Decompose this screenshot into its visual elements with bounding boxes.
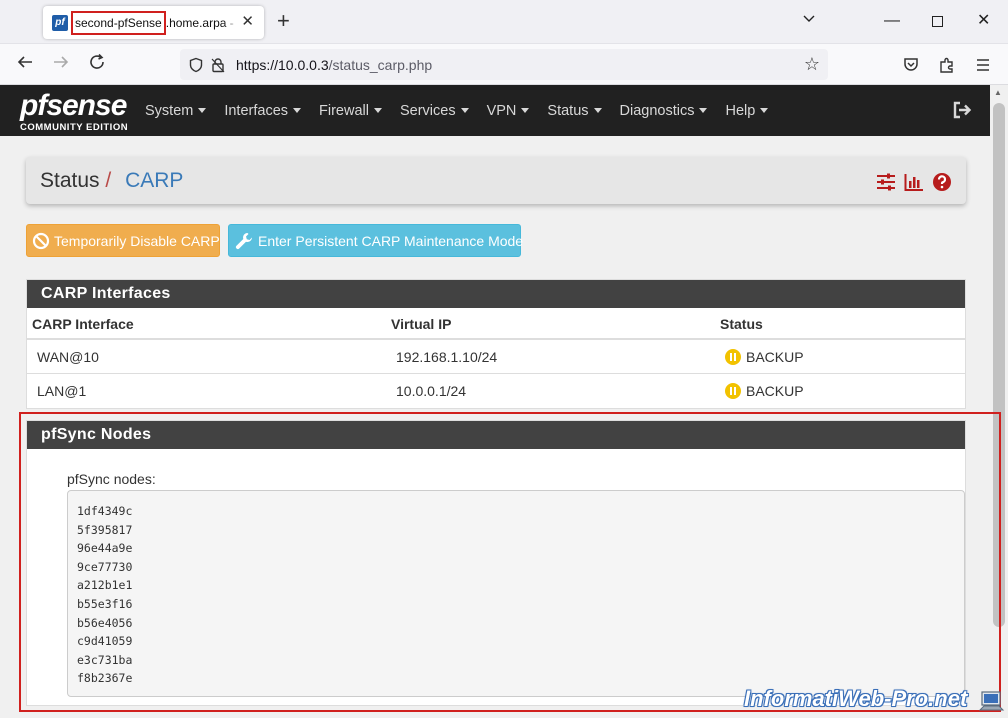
tracking-shield-icon[interactable] xyxy=(188,57,204,73)
logout-icon[interactable] xyxy=(952,100,972,120)
caret-down-icon xyxy=(699,108,708,114)
list-item: 96e44a9e xyxy=(77,541,133,556)
reload-icon[interactable] xyxy=(88,53,106,76)
browser-nav-bar: https://10.0.0.3/status_carp.php ☆ xyxy=(0,44,1008,85)
list-item: c9d41059 xyxy=(77,634,133,649)
bar-chart-icon[interactable] xyxy=(904,172,924,192)
menu-diagnostics[interactable]: Diagnostics xyxy=(620,103,708,119)
caret-down-icon xyxy=(521,108,530,114)
list-item: 1df4349c xyxy=(77,504,133,518)
column-status: Status xyxy=(720,316,763,332)
ban-icon xyxy=(32,232,50,249)
tab-title-highlighted: second-pfSense xyxy=(71,10,166,35)
close-window-icon[interactable]: ✕ xyxy=(977,11,990,31)
maximize-window-icon[interactable] xyxy=(932,16,943,27)
list-item: 5f395817 xyxy=(77,522,133,537)
table-row: WAN@10 192.168.1.10/24 BACKUP xyxy=(27,340,965,374)
browser-tab[interactable]: pf second-pfSense .home.arpa - Status: C… xyxy=(43,6,264,39)
url-text: https://10.0.0.3/status_carp.php xyxy=(236,56,433,73)
column-virtual-ip: Virtual IP xyxy=(391,316,452,332)
help-question-icon[interactable] xyxy=(932,172,952,192)
breadcrumb-status[interactable]: Status xyxy=(40,169,100,192)
forward-arrow-icon[interactable] xyxy=(52,53,70,76)
menu-status[interactable]: Status xyxy=(547,103,602,119)
extensions-puzzle-icon[interactable] xyxy=(938,56,956,74)
minimize-window-icon[interactable]: — xyxy=(884,11,900,31)
virtual-ip-cell: 10.0.0.1/24 xyxy=(396,383,467,399)
pfsync-nodes-label: pfSync nodes: xyxy=(67,471,156,487)
column-carp-interface: CARP Interface xyxy=(32,316,134,332)
menu-help[interactable]: Help xyxy=(725,103,769,119)
carp-interface-cell: WAN@10 xyxy=(37,349,99,365)
menu-firewall[interactable]: Firewall xyxy=(319,103,382,119)
carp-interfaces-panel: CARP Interfaces CARP Interface Virtual I… xyxy=(26,279,966,409)
carp-maintenance-mode-button[interactable]: Enter Persistent CARP Maintenance Mode xyxy=(228,224,523,257)
browser-tab-bar: pf second-pfSense .home.arpa - Status: C… xyxy=(0,0,1008,44)
menu-system[interactable]: System xyxy=(145,103,207,119)
pfsense-favicon-icon: pf xyxy=(52,14,68,31)
caret-down-icon xyxy=(593,108,602,114)
watermark-computer-icon xyxy=(979,691,1005,711)
menu-services[interactable]: Services xyxy=(400,103,469,119)
status-cell: BACKUP xyxy=(725,383,804,399)
caret-down-icon xyxy=(293,108,302,114)
caret-down-icon xyxy=(373,108,382,114)
pocket-icon[interactable] xyxy=(902,56,920,74)
scroll-up-arrow-icon[interactable]: ▲ xyxy=(994,88,1002,97)
table-row: LAN@1 10.0.0.1/24 BACKUP xyxy=(27,374,965,408)
breadcrumb-carp[interactable]: CARP xyxy=(125,169,183,192)
new-tab-icon[interactable]: + xyxy=(277,10,290,32)
list-item: b56e4056 xyxy=(77,615,133,630)
address-bar[interactable]: https://10.0.0.3/status_carp.php ☆ xyxy=(180,49,828,80)
page-title-panel: Status / CARP xyxy=(26,157,966,204)
status-cell: BACKUP xyxy=(725,349,804,365)
caret-down-icon xyxy=(198,108,207,114)
settings-sliders-icon[interactable] xyxy=(876,172,896,192)
list-item: 9ce77730 xyxy=(77,559,133,574)
list-item: e3c731ba xyxy=(77,652,133,667)
tab-list-chevron-icon[interactable] xyxy=(802,11,816,31)
pause-circle-icon xyxy=(725,349,741,365)
menu-vpn[interactable]: VPN xyxy=(487,103,530,119)
status-badge: BACKUP xyxy=(746,383,804,399)
app-menu-icon[interactable] xyxy=(974,56,992,74)
status-badge: BACKUP xyxy=(746,349,804,365)
breadcrumb: Status / CARP xyxy=(40,169,184,192)
lock-icon[interactable] xyxy=(210,57,226,73)
pfsense-logo[interactable]: pfsense COMMUNITY EDITION xyxy=(20,91,130,134)
pfsync-nodes-title: pfSync Nodes xyxy=(27,421,965,449)
carp-interfaces-title: CARP Interfaces xyxy=(27,280,965,308)
virtual-ip-cell: 192.168.1.10/24 xyxy=(396,349,498,365)
caret-down-icon xyxy=(760,108,769,114)
close-tab-icon[interactable]: ✕ xyxy=(241,14,254,30)
watermark: InformatiWeb-Pro.net xyxy=(744,686,968,711)
bookmark-star-icon[interactable]: ☆ xyxy=(804,55,820,73)
pfsense-top-navbar: pfsense COMMUNITY EDITION System Interfa… xyxy=(0,85,990,136)
list-item: b55e3f16 xyxy=(77,596,133,611)
carp-interface-cell: LAN@1 xyxy=(37,383,87,399)
scrollbar-thumb[interactable] xyxy=(993,103,1005,627)
pfsense-page: pfsense COMMUNITY EDITION System Interfa… xyxy=(0,85,990,718)
caret-down-icon xyxy=(460,108,469,114)
back-arrow-icon[interactable] xyxy=(16,53,34,76)
pfsync-nodes-panel: pfSync Nodes pfSync nodes: 1df4349c 5f39… xyxy=(26,420,966,706)
wrench-icon xyxy=(235,232,252,249)
list-item: a212b1e1 xyxy=(77,578,133,593)
pause-circle-icon xyxy=(725,383,741,399)
pfsync-nodes-list: 1df4349c 5f395817 96e44a9e 9ce77730 a212… xyxy=(67,490,965,697)
disable-carp-button[interactable]: Temporarily Disable CARP xyxy=(26,224,220,257)
carp-table-header: CARP Interface Virtual IP Status xyxy=(27,308,965,340)
tab-title-rest: .home.arpa - Status: CARP xyxy=(165,15,238,30)
main-menu: System Interfaces Firewall Services VPN … xyxy=(145,85,786,136)
menu-interfaces[interactable]: Interfaces xyxy=(224,103,302,119)
